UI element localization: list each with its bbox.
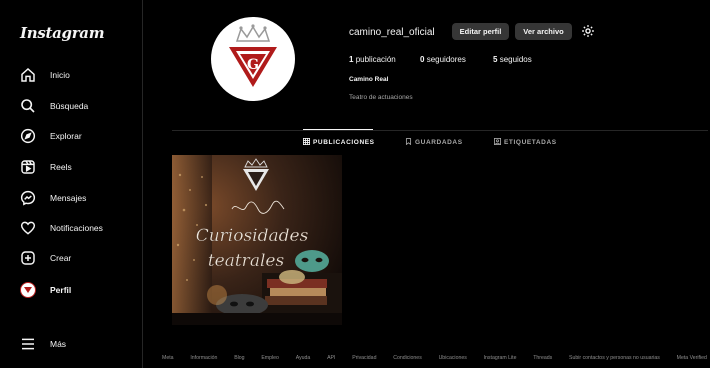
sidebar-item-label: Explorar xyxy=(50,131,82,141)
sidebar-item-mas[interactable]: Más xyxy=(20,333,66,355)
gear-icon[interactable] xyxy=(581,24,595,38)
tab-guardadas[interactable]: GUARDADAS xyxy=(405,138,463,147)
post-thumbnail[interactable]: Curiosidades teatrales xyxy=(172,155,342,325)
footer-link[interactable]: Meta xyxy=(162,355,174,361)
footer-links: Meta Información Blog Empleo Ayuda API P… xyxy=(162,355,707,361)
tab-publicaciones[interactable]: PUBLICACIONES xyxy=(303,138,375,147)
tab-etiquetadas[interactable]: ETIQUETADAS xyxy=(494,138,557,147)
footer-link[interactable]: Threads xyxy=(533,355,552,361)
posts-stat: 1 publicación xyxy=(349,55,396,64)
sidebar-item-label: Crear xyxy=(50,253,72,263)
sidebar-item-perfil[interactable]: Perfil xyxy=(20,279,71,301)
footer-link[interactable]: Ubicaciones xyxy=(439,355,467,361)
home-icon xyxy=(20,67,36,83)
edit-profile-button[interactable]: Editar perfil xyxy=(452,23,509,40)
grid-icon xyxy=(303,138,311,147)
brand-logo: G xyxy=(229,24,277,87)
sidebar-item-reels[interactable]: Reels xyxy=(20,156,72,178)
followers-stat[interactable]: 0 seguidores xyxy=(420,55,466,64)
footer-link[interactable]: Meta Verified xyxy=(677,355,707,361)
sidebar-item-mensajes[interactable]: Mensajes xyxy=(20,187,86,209)
footer-link[interactable]: Condiciones xyxy=(393,355,422,361)
footer-link[interactable]: Ayuda xyxy=(296,355,311,361)
sidebar: Instagram Inicio Búsqueda Explorar Reels… xyxy=(0,0,143,368)
sidebar-item-label: Inicio xyxy=(50,70,70,80)
sidebar-item-label: Perfil xyxy=(50,285,72,295)
sidebar-item-crear[interactable]: Crear xyxy=(20,247,71,269)
bookmark-icon xyxy=(405,138,412,147)
view-archive-button[interactable]: Ver archivo xyxy=(515,23,572,40)
profile-bio: Teatro de actuaciones xyxy=(349,94,413,101)
following-stat[interactable]: 5 seguidos xyxy=(493,55,532,64)
footer-link[interactable]: API xyxy=(327,355,335,361)
compass-icon xyxy=(20,128,36,144)
footer-link[interactable]: Blog xyxy=(234,355,244,361)
svg-text:G: G xyxy=(247,57,259,73)
footer-link[interactable]: Información xyxy=(190,355,217,361)
tab-label: ETIQUETADAS xyxy=(504,139,557,146)
active-tab-indicator xyxy=(303,129,373,130)
messenger-icon xyxy=(20,190,36,206)
instagram-logo[interactable]: Instagram xyxy=(20,24,105,42)
sidebar-item-label: Notificaciones xyxy=(50,223,103,233)
sidebar-item-busqueda[interactable]: Búsqueda xyxy=(20,95,88,117)
tag-user-icon xyxy=(494,138,502,147)
sidebar-item-notificaciones[interactable]: Notificaciones xyxy=(20,217,103,239)
tab-label: PUBLICACIONES xyxy=(313,139,375,146)
footer-link[interactable]: Empleo xyxy=(261,355,279,361)
sidebar-item-label: Mensajes xyxy=(50,193,87,203)
post-title-line1: Curiosidades xyxy=(196,226,309,246)
footer-link[interactable]: Privacidad xyxy=(352,355,376,361)
sidebar-item-explorar[interactable]: Explorar xyxy=(20,125,82,147)
reels-icon xyxy=(20,159,36,175)
avatar xyxy=(20,282,36,298)
post-title-line2: teatrales xyxy=(208,251,285,271)
profile-full-name: Camino Real xyxy=(349,76,389,83)
sidebar-item-label: Reels xyxy=(50,162,72,172)
plus-square-icon xyxy=(20,250,36,266)
footer-link[interactable]: Subir contactos y personas no usuarias xyxy=(569,355,660,361)
sidebar-item-label: Búsqueda xyxy=(50,101,89,111)
post-image: Curiosidades teatrales xyxy=(172,155,342,325)
heart-icon xyxy=(20,220,36,236)
profile-avatar[interactable]: G xyxy=(211,17,295,101)
search-icon xyxy=(20,98,36,114)
profile-username: camino_real_oficial xyxy=(349,27,435,38)
tab-label: GUARDADAS xyxy=(415,139,463,146)
sidebar-item-inicio[interactable]: Inicio xyxy=(20,64,70,86)
tabs-divider xyxy=(172,130,708,131)
footer-link[interactable]: Instagram Lite xyxy=(484,355,517,361)
menu-icon xyxy=(20,336,36,352)
sidebar-item-label: Más xyxy=(50,339,67,349)
